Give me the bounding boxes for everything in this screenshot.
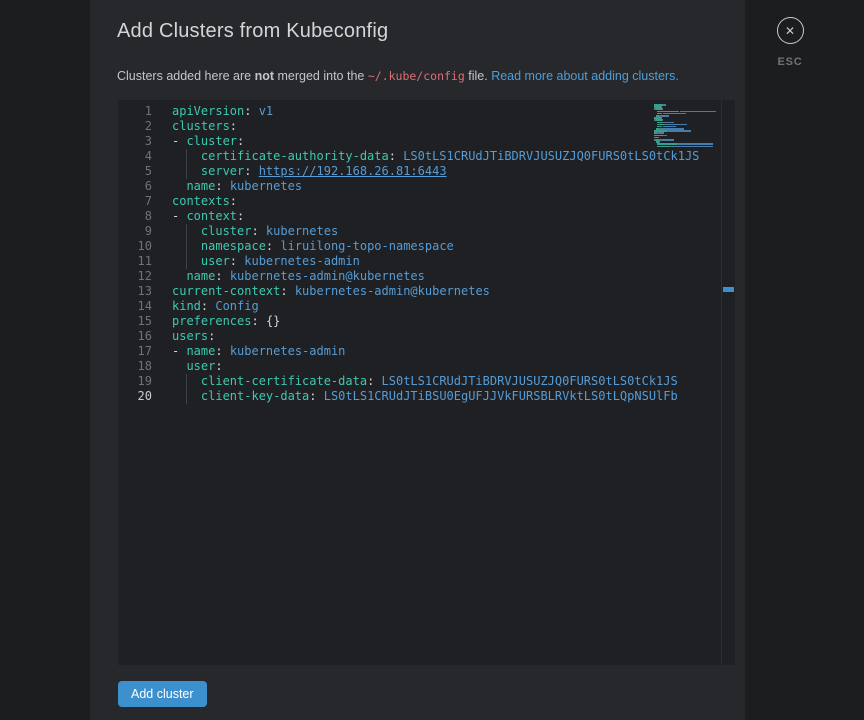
- code-line: 14 kind: Config: [118, 299, 735, 314]
- code-line: 10 namespace: liruilong-topo-namespace: [118, 239, 735, 254]
- line-number: 14: [137, 299, 152, 313]
- line-number: 6: [144, 179, 152, 193]
- code-line: 7 contexts:: [118, 194, 735, 209]
- line-number: 8: [144, 209, 152, 223]
- scrollbar-cursor-marker: [723, 287, 734, 292]
- code-line: 17- name: kubernetes-admin: [118, 344, 735, 359]
- code-line: 1 apiVersion: v1: [118, 104, 735, 119]
- kubeconfig-path-code: ~/.kube/config: [367, 69, 465, 83]
- code-line: 16 users:: [118, 329, 735, 344]
- line-number: 17: [137, 344, 152, 358]
- subtitle-prefix: Clusters added here are: [117, 69, 255, 83]
- subtitle: Clusters added here are not merged into …: [117, 68, 679, 84]
- code-line: 15 preferences: {}: [118, 314, 735, 329]
- line-number: 1: [144, 104, 152, 118]
- add-clusters-modal: Add Clusters from Kubeconfig Clusters ad…: [90, 0, 745, 720]
- code-line: 5 server: https://192.168.26.81:6443: [118, 164, 735, 179]
- subtitle-middle: merged into the: [274, 69, 368, 83]
- code-line: 18 user:: [118, 359, 735, 374]
- line-number: 3: [144, 134, 152, 148]
- page-title: Add Clusters from Kubeconfig: [117, 20, 389, 42]
- add-cluster-button[interactable]: Add cluster: [118, 681, 207, 707]
- code-line: 11 user: kubernetes-admin: [118, 254, 735, 269]
- line-number: 9: [144, 224, 152, 238]
- line-number: 11: [137, 254, 152, 268]
- line-number: 15: [137, 314, 152, 328]
- line-number: 12: [137, 269, 152, 283]
- read-more-link[interactable]: Read more about adding clusters.: [491, 69, 679, 83]
- line-number: 5: [144, 164, 152, 178]
- code-line: 19 client-certificate-data: LS0tLS1CRUdJ…: [118, 374, 735, 389]
- subtitle-not: not: [254, 69, 275, 83]
- line-number: 20: [137, 389, 152, 403]
- code-line: 13 current-context: kubernetes-admin@kube…: [118, 284, 735, 299]
- line-number: 18: [137, 359, 152, 373]
- line-number: 13: [137, 284, 152, 298]
- minimap[interactable]: [654, 104, 720, 150]
- line-number: 2: [144, 119, 152, 133]
- line-number: 19: [137, 374, 152, 388]
- line-number: 16: [137, 329, 152, 343]
- esc-label: ESC: [777, 56, 803, 68]
- close-icon: ✕: [784, 23, 796, 38]
- close-area: ✕ ESC: [774, 17, 806, 68]
- kubeconfig-editor[interactable]: 1 apiVersion: v1 2 clusters: 3- cluster: 4 ce…: [118, 100, 735, 665]
- code-line: 3- cluster:: [118, 134, 735, 149]
- code-line: 8- context:: [118, 209, 735, 224]
- subtitle-suffix: file.: [464, 69, 492, 83]
- code-line: 9 cluster: kubernetes: [118, 224, 735, 239]
- code-lines: 1 apiVersion: v1 2 clusters: 3- cluster: 4 ce…: [118, 104, 735, 404]
- code-line: 2 clusters:: [118, 119, 735, 134]
- code-line: 12 name: kubernetes-admin@kubernetes: [118, 269, 735, 284]
- line-number: 10: [137, 239, 152, 253]
- editor-scrollbar[interactable]: [721, 100, 735, 665]
- line-number: 4: [144, 149, 152, 163]
- line-number: 7: [144, 194, 152, 208]
- code-line: 6 name: kubernetes: [118, 179, 735, 194]
- close-button[interactable]: ✕: [776, 17, 804, 44]
- code-line: 20 client-key-data: LS0tLS1CRUdJTiBSU0Eg…: [118, 389, 735, 404]
- code-line: 4 certificate-authority-data: LS0tLS1CRU…: [118, 149, 735, 164]
